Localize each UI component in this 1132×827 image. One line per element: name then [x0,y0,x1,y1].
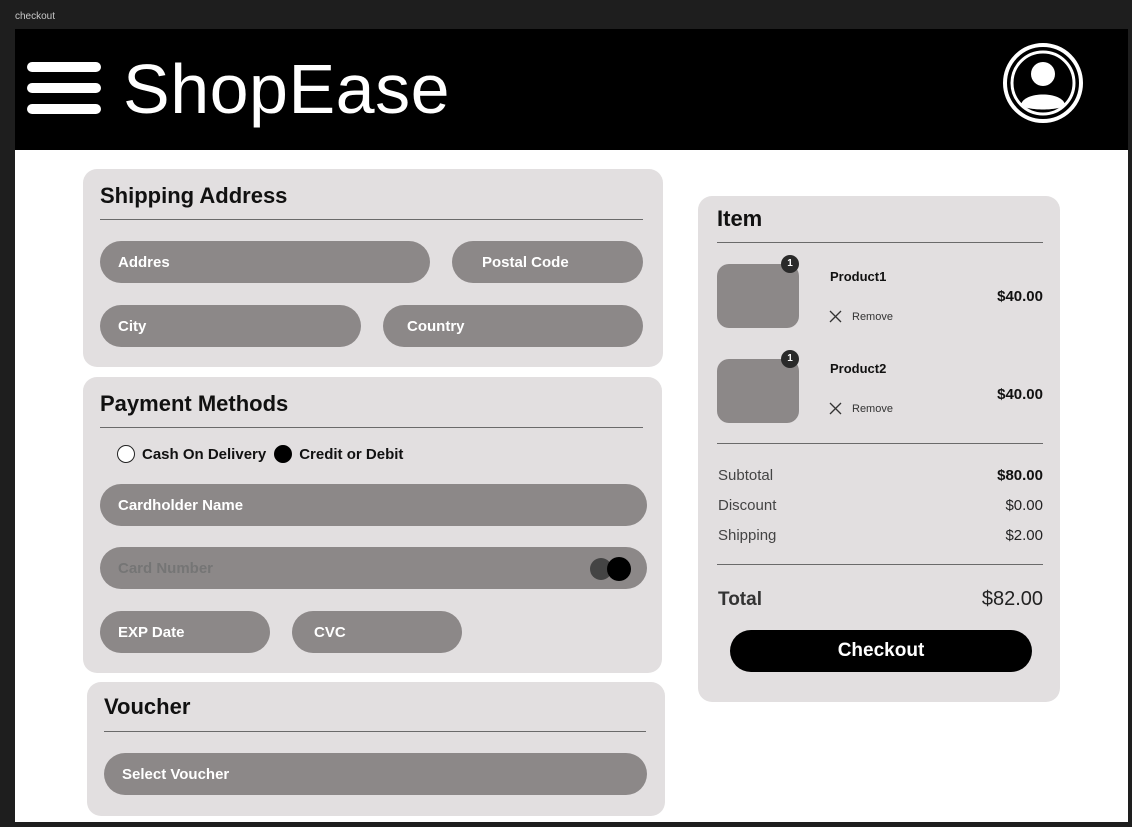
item-title: Item [717,206,763,231]
credit-debit-label[interactable]: Credit or Debit [299,446,403,463]
product1-price: $40.00 [997,288,1043,305]
voucher-title: Voucher [104,694,191,719]
cardholder-name-input[interactable] [100,484,647,526]
select-voucher-input[interactable] [104,753,647,795]
product2-remove-label: Remove [852,402,893,415]
voucher-divider [104,731,646,732]
total-value: $82.00 [981,588,1043,610]
shipping-divider [100,219,643,220]
window-title: checkout [15,11,56,22]
subtotal-label: Subtotal [718,467,774,484]
payment-divider [100,427,643,428]
subtotal-value: $80.00 [997,467,1043,484]
item-divider [717,242,1043,243]
address-input[interactable] [100,241,430,283]
hamburger-menu-icon[interactable] [27,62,101,114]
brand-logo[interactable]: ShopEase [123,49,450,129]
total-divider [717,564,1043,565]
postal-code-input[interactable] [452,241,643,283]
payment-title: Payment Methods [100,391,289,416]
checkout-page: ShopEase Shipping Address Payment Method… [15,29,1128,822]
discount-label: Discount [718,497,777,514]
product1-thumbnail[interactable] [717,264,799,328]
payment-methods-card: Payment Methods Cash On Delivery Credit … [83,377,662,673]
order-summary-card: Item 1 Product1 Remove $40.00 1 Product2… [698,196,1060,702]
product2-thumbnail[interactable] [717,359,799,423]
total-label: Total [718,589,762,610]
shipping-address-card: Shipping Address [83,169,663,367]
product2-remove-button[interactable]: Remove [829,402,893,415]
product1-remove-label: Remove [852,310,893,323]
product2-name: Product2 [830,361,887,376]
product1-name: Product1 [830,269,887,284]
shipping-title: Shipping Address [100,183,288,208]
cvc-input[interactable] [292,611,462,653]
top-header: ShopEase [15,29,1128,150]
card-brand-icon [590,557,631,581]
close-icon [829,310,842,323]
card-number-field [100,547,647,589]
product2-qty-badge: 1 [781,350,799,368]
shipping-value: $2.00 [1005,527,1043,544]
product1-qty-badge: 1 [781,255,799,273]
close-icon [829,402,842,415]
product1-remove-button[interactable]: Remove [829,310,893,323]
credit-debit-radio[interactable] [274,445,293,463]
user-profile-icon[interactable] [1001,41,1085,125]
product2-price: $40.00 [997,386,1043,403]
card-number-input[interactable] [100,547,580,589]
discount-value: $0.00 [1005,497,1043,514]
shipping-label: Shipping [718,527,777,544]
checkout-button[interactable]: Checkout [730,630,1032,672]
exp-date-input[interactable] [100,611,270,653]
cash-on-delivery-radio[interactable] [117,445,135,463]
payment-method-options: Cash On Delivery Credit or Debit [117,445,411,463]
country-input[interactable] [383,305,643,347]
items-summary-divider [717,443,1043,444]
voucher-card: Voucher [87,682,665,816]
city-input[interactable] [100,305,361,347]
cash-on-delivery-label[interactable]: Cash On Delivery [142,446,266,463]
